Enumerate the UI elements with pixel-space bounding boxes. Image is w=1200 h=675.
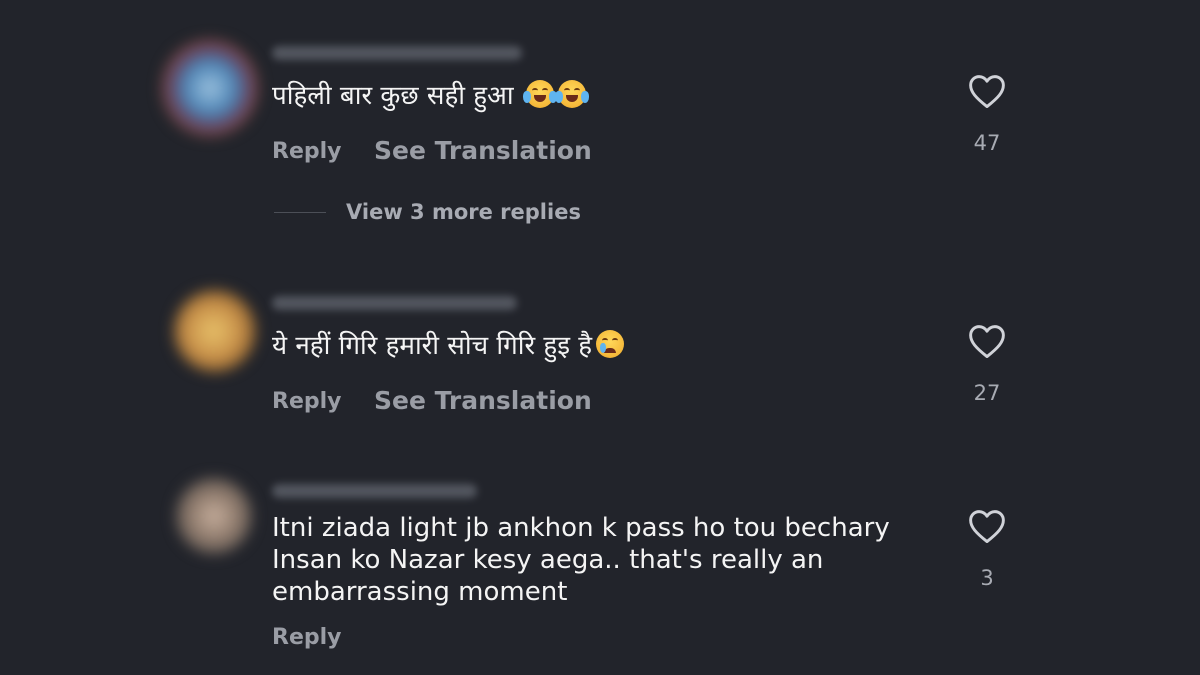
comment-body: ये नहीं गिरि हमारी सोच गिरि हुइ है: [272, 331, 593, 361]
reply-button[interactable]: Reply: [272, 139, 342, 164]
username-blurred[interactable]: [272, 484, 477, 498]
see-translation-button[interactable]: See Translation: [374, 386, 592, 415]
heart-icon[interactable]: [967, 73, 1007, 109]
view-more-replies-label: View 3 more replies: [346, 200, 581, 224]
avatar[interactable]: [162, 40, 258, 136]
face-with-tears-of-joy-icon: [554, 80, 589, 108]
reply-button[interactable]: Reply: [272, 389, 342, 414]
like-control: 27: [965, 323, 1009, 405]
see-translation-button[interactable]: See Translation: [374, 136, 592, 165]
like-count: 3: [980, 566, 994, 590]
like-count: 47: [973, 131, 1001, 155]
comments-panel: पहिली बार कुछ सही हुआ Reply See Translat…: [0, 0, 1200, 675]
reply-button[interactable]: Reply: [272, 625, 342, 650]
face-with-tears-of-joy-icon: [522, 80, 557, 108]
divider-line: [274, 211, 326, 213]
heart-icon[interactable]: [967, 508, 1007, 544]
avatar[interactable]: [174, 290, 256, 372]
comment-text: पहिली बार कुछ सही हुआ: [272, 80, 912, 112]
crying-face-icon: [596, 330, 625, 358]
comment-2: ये नहीं गिरि हमारी सोच गिरि हुइ है Reply…: [160, 290, 1020, 430]
comment-body: पहिली बार कुछ सही हुआ: [272, 81, 514, 111]
view-more-replies-button[interactable]: View 3 more replies: [274, 200, 581, 224]
avatar[interactable]: [176, 478, 252, 554]
like-control: 47: [965, 73, 1009, 155]
like-count: 27: [973, 381, 1001, 405]
heart-icon[interactable]: [967, 323, 1007, 359]
comment-text: ये नहीं गिरि हमारी सोच गिरि हुइ है: [272, 330, 912, 362]
like-control: 3: [965, 508, 1009, 590]
username-blurred[interactable]: [272, 296, 517, 310]
username-blurred[interactable]: [272, 46, 522, 60]
comment-3: Itni ziada light jb ankhon k pass ho tou…: [160, 478, 1020, 668]
comment-text: Itni ziada light jb ankhon k pass ho tou…: [272, 513, 890, 607]
